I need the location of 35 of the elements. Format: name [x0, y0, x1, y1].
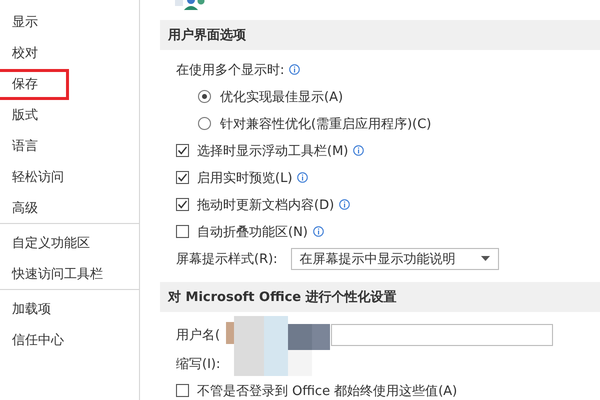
sidebar-item[interactable]: 快速访问工具栏 [0, 257, 112, 288]
sidebar-item[interactable]: 自定义功能区 [0, 226, 99, 257]
sidebar-item[interactable]: 信任中心 [0, 323, 73, 354]
checkbox-label: 选择时显示浮动工具栏(M) [197, 142, 348, 160]
checkbox[interactable] [176, 171, 189, 184]
checkbox[interactable] [176, 225, 189, 238]
option-label: 在使用多个显示时: [176, 62, 284, 78]
radio-button[interactable] [198, 117, 211, 130]
field-label: 用户名( [176, 327, 220, 344]
sidebar-item[interactable]: 高级 [0, 191, 69, 222]
sidebar-item[interactable]: 语言 [0, 129, 69, 160]
sidebar-item[interactable]: 版式 [0, 98, 69, 129]
checkbox-label: 不管是否登录到 Office 都始终使用这些值(A) [197, 382, 458, 400]
section-header: 对 Microsoft Office 进行个性化设置 [160, 282, 600, 312]
checkbox[interactable] [176, 384, 189, 397]
radio-label: 优化实现最佳显示(A) [220, 88, 344, 106]
input-field[interactable] [331, 324, 554, 346]
checkbox[interactable] [176, 144, 189, 157]
checkbox-label: 拖动时更新文档内容(D) [197, 196, 334, 214]
dropdown[interactable]: 在屏幕提示中显示功能说明 [290, 248, 499, 270]
caret-icon [480, 256, 490, 261]
checkbox-label: 启用实时预览(L) [197, 170, 292, 186]
sidebar-item[interactable]: 加载项 [0, 292, 69, 323]
people-icon [175, 0, 207, 10]
sidebar-item[interactable]: 显示 [0, 5, 69, 36]
radio-label: 针对兼容性优化(需重启应用程序)(C) [220, 116, 432, 132]
sidebar-item[interactable]: 轻松访问 [0, 160, 73, 191]
option-label: 屏幕提示样式(R): [176, 250, 278, 268]
sidebar-item[interactable]: 保存 [0, 69, 69, 100]
checkbox[interactable] [176, 198, 189, 211]
radio-button[interactable] [198, 90, 211, 103]
option-label: 缩写(I): [176, 356, 220, 372]
sidebar-item[interactable]: 校对 [0, 36, 69, 67]
section-header: 用户界面选项 [160, 20, 600, 50]
checkbox-label: 自动折叠功能区(N) [197, 224, 308, 240]
